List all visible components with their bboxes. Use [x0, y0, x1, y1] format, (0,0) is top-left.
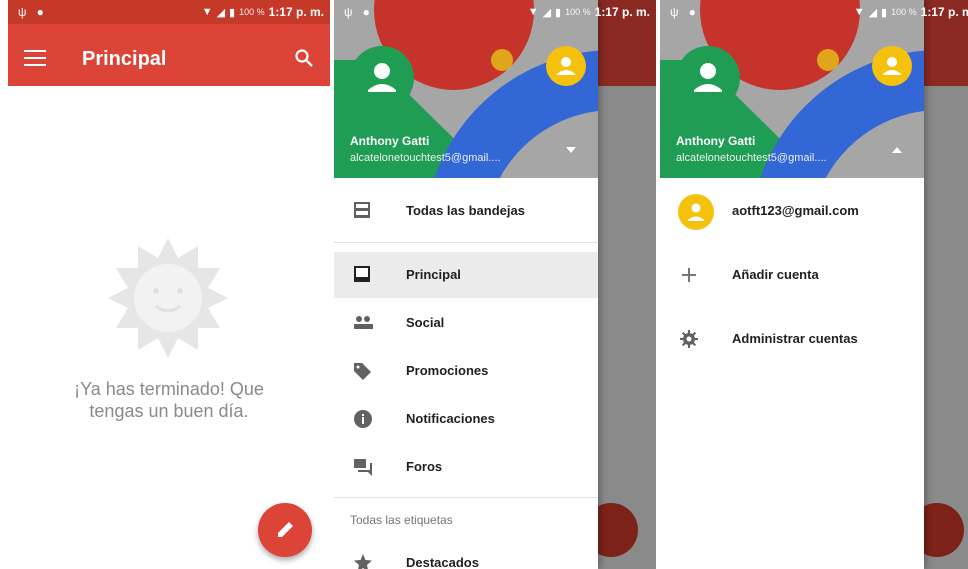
drawer-item-destacados[interactable]: Destacados	[334, 540, 598, 569]
divider	[334, 497, 598, 498]
account-email: alcatelonetouchtest5@gmail....	[676, 152, 827, 164]
usb-icon: ψ	[18, 5, 27, 19]
drawer-screen: Anthony Gatti alcatelonetouchtest5@gmail…	[334, 0, 656, 569]
gear-icon	[680, 330, 698, 348]
manage-accounts-label: Administrar cuentas	[732, 331, 858, 346]
drawer-item-label: Social	[406, 315, 445, 330]
clock: 1:17 p. m.	[268, 5, 324, 19]
wifi-icon: ▼	[853, 6, 865, 18]
drawer-item-social[interactable]: Social	[334, 300, 598, 346]
drawer-item-promociones[interactable]: Promociones	[334, 348, 598, 394]
sun-icon	[108, 238, 228, 358]
usb-icon: ψ	[344, 5, 353, 19]
navigation-drawer: Anthony Gatti alcatelonetouchtest5@gmail…	[334, 0, 650, 569]
secondary-avatar[interactable]	[546, 46, 586, 86]
account-name: Anthony Gatti	[350, 134, 430, 148]
drawer-item-label: Notificaciones	[406, 411, 495, 426]
battery-icon: ▮	[555, 6, 562, 19]
chevron-down-icon[interactable]	[564, 145, 578, 155]
android-icon: ●	[36, 5, 44, 19]
drawer-item-label: Todas las bandejas	[406, 203, 525, 218]
add-account-button[interactable]: Añadir cuenta	[660, 252, 924, 298]
account-header: Anthony Gatti alcatelonetouchtest5@gmail…	[334, 0, 598, 178]
account-email-label: aotft123@gmail.com	[732, 203, 859, 218]
drawer-item-label: Destacados	[406, 555, 479, 569]
manage-accounts-button[interactable]: Administrar cuentas	[660, 316, 924, 362]
status-bar: ψ ● ▼ ◢ ▮ 100 % 1:17 p. m.	[8, 0, 330, 24]
status-bar: ψ ● ▼ ◢ ▮ 100 % 1:17 p. m.	[660, 0, 968, 24]
empty-line-2: tengas un buen día.	[89, 401, 249, 421]
battery-icon: ▮	[229, 6, 236, 19]
secondary-avatar[interactable]	[872, 46, 912, 86]
info-icon	[354, 410, 372, 428]
navigation-drawer: Anthony Gatti alcatelonetouchtest5@gmail…	[660, 0, 968, 569]
menu-icon[interactable]	[24, 50, 46, 68]
star-icon	[354, 554, 372, 569]
drawer-item-notificaciones[interactable]: Notificaciones	[334, 396, 598, 442]
avatar[interactable]	[676, 46, 740, 110]
android-icon: ●	[362, 5, 370, 19]
empty-line-1: ¡Ya has terminado! Que	[74, 379, 264, 399]
battery-percent: 100 %	[239, 7, 265, 17]
plus-icon	[682, 268, 696, 282]
page-title: Principal	[82, 48, 167, 70]
chevron-up-icon[interactable]	[890, 145, 904, 155]
divider	[334, 242, 598, 243]
people-icon	[354, 316, 373, 329]
signal-icon: ◢	[868, 6, 878, 19]
drawer-item-label: Foros	[406, 459, 443, 474]
inbox-screen: ψ ● ▼ ◢ ▮ 100 % 1:17 p. m. Principal ¡Ya …	[8, 0, 330, 569]
drawer-item-foros[interactable]: Foros	[334, 444, 598, 490]
all-inboxes-icon	[354, 202, 370, 218]
android-icon: ●	[688, 5, 696, 19]
clock: 1:17 p. m.	[594, 5, 650, 19]
battery-percent: 100 %	[565, 7, 591, 17]
compose-button[interactable]	[258, 503, 312, 557]
avatar[interactable]	[350, 46, 414, 110]
account-avatar-icon	[678, 194, 714, 230]
clock: 1:17 p. m.	[920, 5, 968, 19]
empty-state-message: ¡Ya has terminado! Que tengas un buen dí…	[8, 378, 330, 422]
account-name: Anthony Gatti	[676, 134, 756, 148]
forum-icon	[354, 459, 372, 476]
account-header: Anthony Gatti alcatelonetouchtest5@gmail…	[660, 0, 924, 178]
signal-icon: ◢	[542, 6, 552, 19]
drawer-item-label: Principal	[406, 267, 461, 282]
account-switcher-screen: Anthony Gatti alcatelonetouchtest5@gmail…	[660, 0, 968, 569]
battery-percent: 100 %	[891, 7, 917, 17]
account-item[interactable]: aotft123@gmail.com	[660, 188, 924, 234]
account-email: alcatelonetouchtest5@gmail....	[350, 152, 501, 164]
search-icon[interactable]	[294, 48, 314, 68]
battery-icon: ▮	[881, 6, 888, 19]
tag-icon	[354, 363, 371, 380]
signal-icon: ◢	[216, 6, 226, 19]
usb-icon: ψ	[670, 5, 679, 19]
status-bar: ψ ● ▼ ◢ ▮ 100 % 1:17 p. m.	[334, 0, 656, 24]
wifi-icon: ▼	[527, 6, 539, 18]
pencil-icon	[278, 522, 293, 537]
add-account-label: Añadir cuenta	[732, 267, 819, 282]
wifi-icon: ▼	[201, 6, 213, 18]
drawer-item-principal[interactable]: Principal	[334, 252, 598, 298]
drawer-item-label: Promociones	[406, 363, 489, 378]
drawer-item-all-inboxes[interactable]: Todas las bandejas	[334, 188, 598, 234]
section-header: Todas las etiquetas	[350, 513, 453, 527]
inbox-icon	[354, 266, 370, 282]
